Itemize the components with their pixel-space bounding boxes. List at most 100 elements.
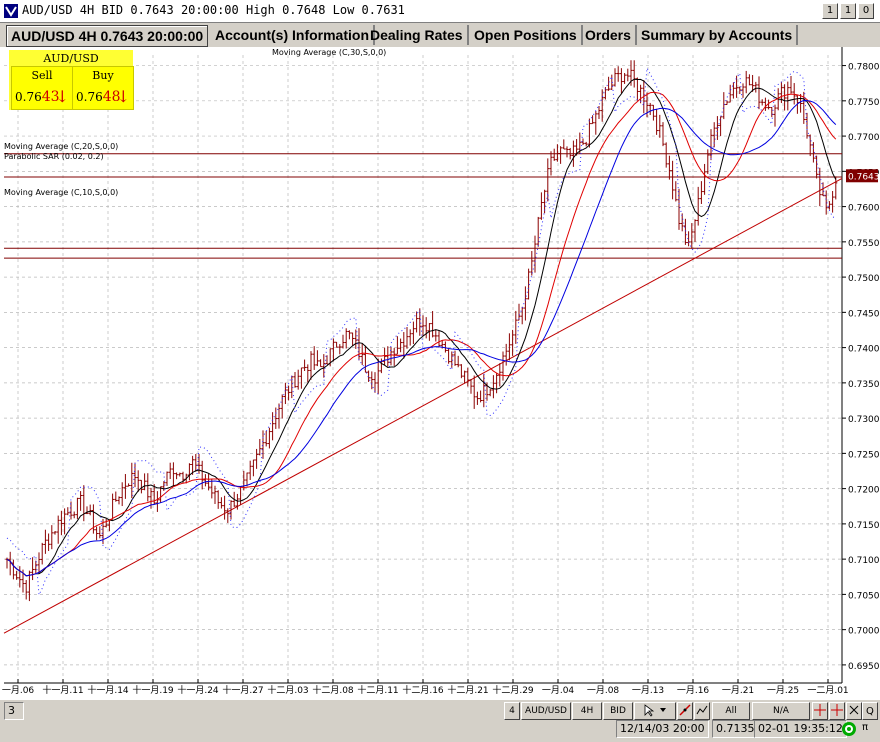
buy-arrow-icon: ↓ bbox=[116, 87, 130, 106]
indicator-label: Moving Average (C,10,S,0,0) bbox=[4, 188, 118, 197]
y-tick-label: 0.7400 bbox=[848, 345, 880, 355]
question-button[interactable]: Q bbox=[862, 702, 878, 720]
y-tick-label: 0.7450 bbox=[848, 309, 880, 319]
indicator-label: Moving Average (C,30,S,0,0) bbox=[272, 48, 386, 57]
crosshair-icon bbox=[814, 704, 826, 716]
y-tick-label: 0.7000 bbox=[848, 627, 880, 637]
window-controls: 1 1 0 bbox=[822, 3, 874, 19]
status-bar: 3 4 AUD/USD 4H BID All N/A Q 12/14/03 20… bbox=[0, 700, 880, 740]
tab-bar: AUD/USD 4H 0.7643 20:00:00 Account(s) In… bbox=[0, 23, 880, 47]
chart-icon bbox=[696, 705, 708, 715]
indicator-label: Moving Average (C,20,S,0,0) bbox=[4, 142, 118, 151]
price-box-symbol: AUD/USD bbox=[43, 52, 99, 65]
x-tick-label: 十一月.14 bbox=[87, 684, 129, 696]
x-tick-label: 一月.13 bbox=[632, 685, 664, 696]
tab-chart[interactable]: AUD/USD 4H 0.7643 20:00:00 bbox=[6, 25, 209, 47]
x-tick-label: 十二月.08 bbox=[312, 684, 354, 696]
close-icon bbox=[849, 705, 859, 715]
y-tick-label: 0.7750 bbox=[848, 98, 880, 108]
buy-panel[interactable]: Buy 0.7648 ↓ bbox=[72, 66, 134, 110]
y-tick-label: 0.7250 bbox=[848, 450, 880, 460]
y-tick-label: 0.7300 bbox=[848, 415, 880, 425]
sell-price: 0.7643 bbox=[15, 89, 60, 105]
x-tick-label: 十一月.27 bbox=[222, 684, 263, 696]
draw-trend-button[interactable] bbox=[677, 702, 693, 720]
status-price: 0.7135 bbox=[712, 720, 759, 738]
page-number: 3 bbox=[4, 702, 24, 720]
svg-text:Q: Q bbox=[866, 706, 874, 717]
x-tick-label: 十二月.03 bbox=[267, 684, 308, 696]
status-clock: 02-01 19:35:12 bbox=[754, 720, 847, 738]
x-tick-label: 一月.08 bbox=[587, 685, 620, 696]
pi-icon: π bbox=[862, 722, 869, 733]
y-tick-label: 0.7800 bbox=[848, 63, 880, 73]
y-tick-label: 0.7200 bbox=[848, 486, 880, 496]
x-tick-label: 一月.21 bbox=[722, 685, 754, 696]
buy-label: Buy bbox=[92, 69, 114, 82]
sell-price-main: 0.76 bbox=[15, 90, 42, 104]
minimize-button[interactable]: 1 bbox=[822, 3, 838, 19]
status-datetime: 12/14/03 20:00 bbox=[616, 720, 709, 738]
window-title: AUD/USD 4H BID 0.7643 20:00:00 High 0.76… bbox=[22, 3, 405, 17]
tab-open-positions[interactable]: Open Positions bbox=[470, 25, 583, 45]
crosshair-alt-icon bbox=[831, 704, 843, 716]
timeframe-button[interactable]: 4H bbox=[572, 702, 602, 720]
x-tick-label: 十一月.24 bbox=[177, 684, 219, 696]
x-tick-label: 一月.25 bbox=[767, 685, 799, 696]
tab-dealing-rates[interactable]: Dealing Rates bbox=[366, 25, 469, 45]
indicator-label: Parabolic SAR (0.02, 0.2) bbox=[4, 152, 104, 161]
moving-average-20 bbox=[6, 91, 837, 577]
x-tick-label: 十二月.29 bbox=[492, 684, 534, 696]
x-tick-label: 十二月.16 bbox=[402, 684, 444, 696]
na-button[interactable]: N/A bbox=[752, 702, 810, 720]
moving-average-30 bbox=[6, 99, 837, 577]
crosshair-button[interactable] bbox=[812, 702, 828, 720]
trend-line bbox=[3, 177, 843, 634]
x-tick-label: 一二月.01 bbox=[807, 685, 848, 696]
x-tick-label: 一月.06 bbox=[2, 685, 35, 696]
x-tick-label: 十一月.11 bbox=[42, 684, 83, 696]
y-tick-label: 0.7350 bbox=[848, 380, 880, 390]
crosshair2-button[interactable] bbox=[829, 702, 845, 720]
tab-orders[interactable]: Orders bbox=[581, 25, 637, 45]
cursor-icon bbox=[644, 704, 666, 717]
y-tick-label: 0.7100 bbox=[848, 556, 880, 566]
help-icon: Q bbox=[866, 706, 874, 717]
sell-label: Sell bbox=[31, 69, 53, 82]
y-tick-label: 0.7550 bbox=[848, 239, 880, 249]
sell-arrow-icon: ↓ bbox=[55, 87, 69, 106]
price-box: AUD/USD Sell 0.7643 ↓ Buy 0.7648 ↓ bbox=[9, 50, 134, 110]
y-tick-label: 0.7150 bbox=[848, 521, 880, 531]
x-tick-label: 十二月.11 bbox=[357, 684, 398, 696]
app-icon bbox=[4, 4, 18, 18]
price-chart[interactable]: 0.78000.77500.77000.76500.76000.75500.75… bbox=[0, 47, 880, 700]
price-type-button[interactable]: BID bbox=[603, 702, 633, 720]
x-tick-label: 一月.16 bbox=[677, 685, 710, 696]
x-tick-label: 一月.04 bbox=[542, 685, 575, 696]
cursor-tool-button[interactable] bbox=[634, 702, 676, 720]
trend-icon bbox=[679, 704, 691, 716]
tab-summary-by-accounts[interactable]: Summary by Accounts bbox=[637, 25, 799, 45]
x-tick-label: 十一月.19 bbox=[132, 684, 174, 696]
y-tick-label: 0.6950 bbox=[848, 662, 880, 672]
chart-area[interactable]: 0.78000.77500.77000.76500.76000.75500.75… bbox=[0, 47, 880, 700]
connection-icon bbox=[840, 720, 858, 738]
y-tick-label: 0.7500 bbox=[848, 274, 880, 284]
all-button[interactable]: All bbox=[712, 702, 750, 720]
title-bar: AUD/USD 4H BID 0.7643 20:00:00 High 0.76… bbox=[0, 0, 880, 23]
sell-panel[interactable]: Sell 0.7643 ↓ bbox=[11, 66, 73, 110]
current-price-label: 0.7643 bbox=[848, 172, 880, 182]
close-button[interactable]: 0 bbox=[858, 3, 874, 19]
symbol-button[interactable]: AUD/USD bbox=[521, 702, 571, 720]
buy-price: 0.7648 bbox=[76, 89, 121, 105]
x-tick-label: 十二月.21 bbox=[447, 684, 488, 696]
restore-button[interactable]: 1 bbox=[840, 3, 856, 19]
period-button[interactable]: 4 bbox=[504, 702, 520, 720]
tab-account-information[interactable]: Account(s) Information bbox=[211, 25, 375, 45]
y-axis-panel bbox=[842, 47, 880, 700]
y-tick-label: 0.7700 bbox=[848, 133, 880, 143]
y-tick-label: 0.7600 bbox=[848, 204, 880, 214]
zoom-button[interactable] bbox=[694, 702, 710, 720]
y-tick-label: 0.7050 bbox=[848, 591, 880, 601]
cancel-button[interactable] bbox=[846, 702, 862, 720]
